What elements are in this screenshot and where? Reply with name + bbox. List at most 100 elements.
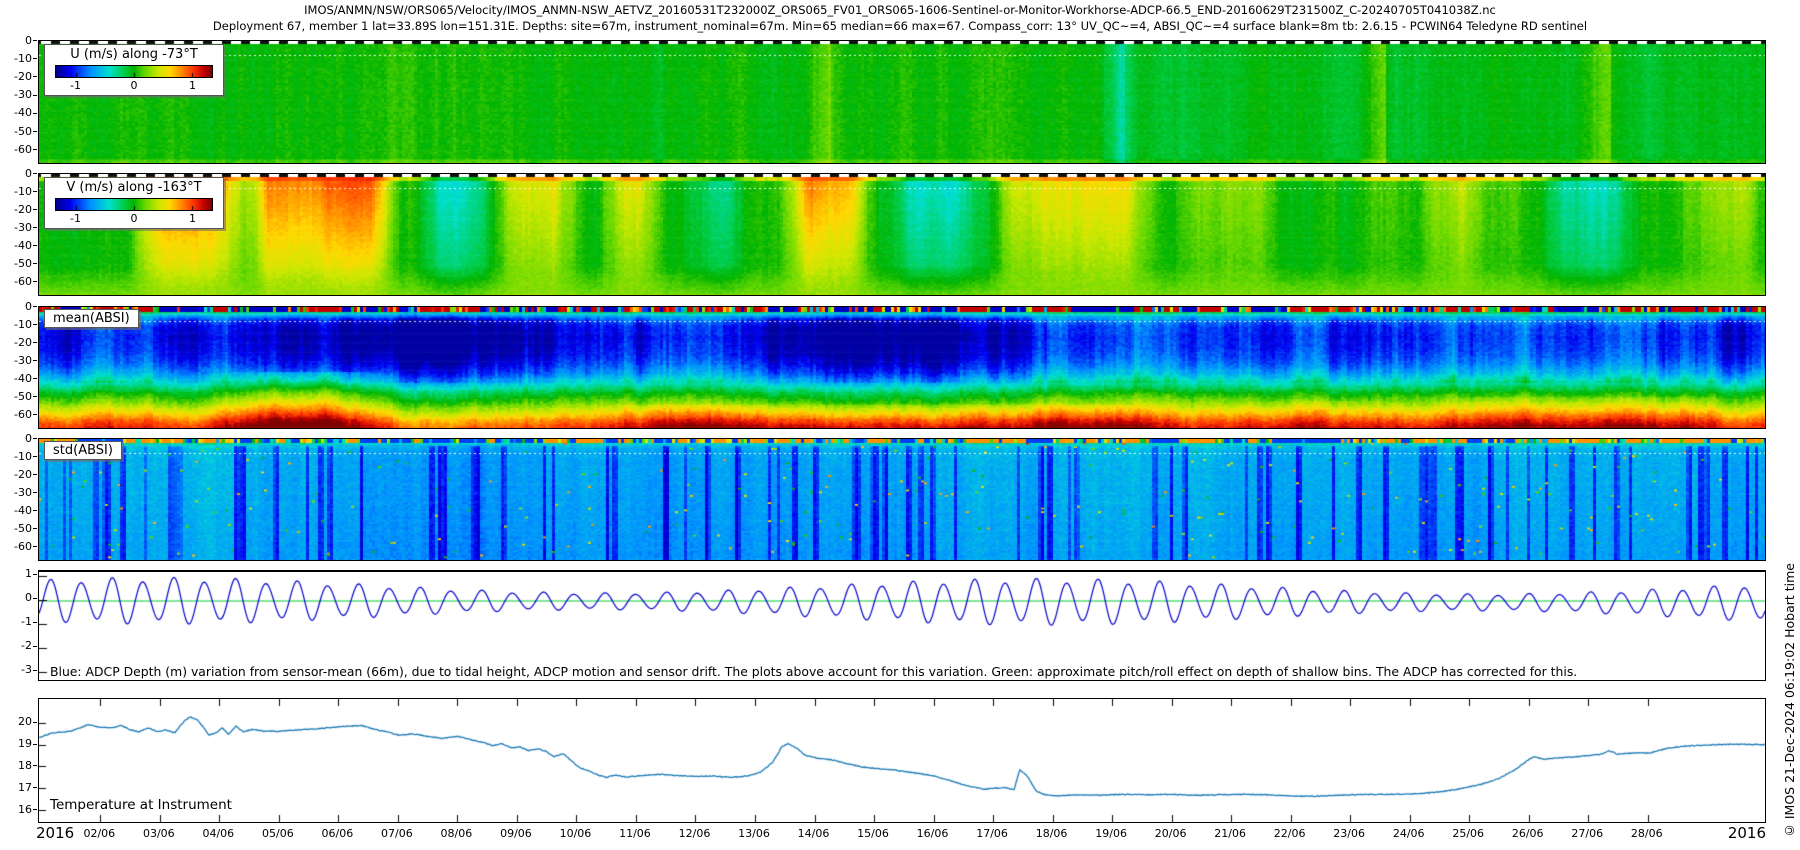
v-velocity-heatmap (39, 174, 1765, 295)
y-tick-label: -30 (2, 486, 32, 499)
y-tick-label: 0 (2, 432, 32, 445)
y-tick-label: -50 (2, 125, 32, 138)
x-date-label: 19/06 (1095, 827, 1127, 840)
y-tick-label: -10 (2, 185, 32, 198)
y-tick-mark (33, 131, 37, 132)
y-tick-mark (33, 40, 37, 41)
year-label-left: 2016 (36, 824, 74, 842)
y-tick-mark (33, 209, 37, 210)
y-tick-mark (33, 173, 37, 174)
y-tick-label: 0 (2, 167, 32, 180)
x-date-label: 23/06 (1333, 827, 1365, 840)
y-tick-mark (33, 456, 37, 457)
x-date-label: 09/06 (500, 827, 532, 840)
y-tick-label: 17 (2, 781, 32, 794)
y-tick-label: -20 (2, 468, 32, 481)
colorbar-tick-label: 1 (189, 79, 196, 92)
y-tick-mark (33, 76, 37, 77)
year-label-right: 2016 (1728, 824, 1766, 842)
y-tick-label: 18 (2, 759, 32, 772)
u-colorbar-ticks: -1 0 1 (55, 78, 213, 92)
std-absi-label: std(ABSI) (44, 441, 122, 460)
y-tick-mark (33, 670, 37, 671)
u-velocity-legend: U (m/s) along -73°T -1 0 1 (44, 44, 224, 96)
std-absi-heatmap (39, 439, 1765, 560)
x-date-label: 12/06 (679, 827, 711, 840)
v-colorbar (55, 198, 213, 211)
y-tick-label: -40 (2, 372, 32, 385)
y-tick-mark (33, 414, 37, 415)
mean-absi-label: mean(ABSI) (44, 309, 139, 328)
y-tick-label: -60 (2, 143, 32, 156)
y-tick-label: 19 (2, 737, 32, 750)
u-colorbar (55, 65, 213, 78)
y-tick-mark (33, 227, 37, 228)
y-tick-mark (33, 191, 37, 192)
x-date-label: 24/06 (1393, 827, 1425, 840)
panel-mean-absi (38, 306, 1766, 429)
depth-variation-note: Blue: ADCP Depth (m) variation from sens… (50, 664, 1577, 679)
mean-absi-heatmap (39, 307, 1765, 428)
y-tick-label: -10 (2, 450, 32, 463)
x-date-label: 03/06 (143, 827, 175, 840)
colorbar-tick-label: -1 (70, 79, 81, 92)
adcp-figure: IMOS/ANMN/NSW/ORS065/Velocity/IMOS_ANMN-… (0, 0, 1800, 850)
x-date-label: 05/06 (262, 827, 294, 840)
y-tick-mark (33, 149, 37, 150)
y-tick-mark (33, 765, 37, 766)
panel-std-absi (38, 438, 1766, 561)
y-tick-label: -20 (2, 203, 32, 216)
v-velocity-legend: V (m/s) along -163°T -1 0 1 (44, 177, 224, 229)
y-tick-mark (33, 263, 37, 264)
v-legend-title: V (m/s) along -163°T (55, 180, 213, 195)
y-tick-label: 16 (2, 803, 32, 816)
y-tick-label: -40 (2, 106, 32, 119)
y-tick-mark (33, 396, 37, 397)
y-tick-label: -30 (2, 354, 32, 367)
x-date-label: 13/06 (738, 827, 770, 840)
y-tick-mark (33, 722, 37, 723)
x-date-label: 20/06 (1155, 827, 1187, 840)
y-tick-mark (33, 378, 37, 379)
y-tick-mark (33, 510, 37, 511)
x-date-label: 16/06 (917, 827, 949, 840)
imos-watermark: © IMOS 21-Dec-2024 06:19:02 Hobart time (1782, 563, 1797, 838)
y-tick-mark (33, 58, 37, 59)
y-tick-mark (33, 646, 37, 647)
y-tick-mark (33, 787, 37, 788)
y-tick-mark (33, 809, 37, 810)
x-date-label: 27/06 (1571, 827, 1603, 840)
y-tick-label: -1 (2, 615, 32, 628)
y-tick-mark (33, 281, 37, 282)
y-tick-label: -50 (2, 522, 32, 535)
y-tick-label: -30 (2, 88, 32, 101)
y-tick-mark (33, 474, 37, 475)
y-tick-mark (33, 360, 37, 361)
title-line-1: IMOS/ANMN/NSW/ORS065/Velocity/IMOS_ANMN-… (0, 3, 1800, 17)
colorbar-tick-label: 0 (131, 212, 138, 225)
y-tick-label: -30 (2, 221, 32, 234)
y-tick-mark (33, 744, 37, 745)
y-tick-mark (33, 492, 37, 493)
y-tick-mark (33, 622, 37, 623)
y-tick-mark (33, 95, 37, 96)
x-date-label: 14/06 (798, 827, 830, 840)
y-tick-label: -50 (2, 390, 32, 403)
x-date-label: 15/06 (857, 827, 889, 840)
u-legend-title: U (m/s) along -73°T (55, 47, 213, 62)
y-tick-label: -40 (2, 239, 32, 252)
x-date-label: 11/06 (619, 827, 651, 840)
y-tick-label: 20 (2, 715, 32, 728)
temperature-plot (39, 699, 1765, 822)
x-date-label: 18/06 (1036, 827, 1068, 840)
x-date-label: 10/06 (560, 827, 592, 840)
y-tick-label: -60 (2, 275, 32, 288)
panel-v-velocity (38, 173, 1766, 296)
v-colorbar-ticks: -1 0 1 (55, 211, 213, 225)
y-tick-label: -40 (2, 504, 32, 517)
y-tick-mark (33, 113, 37, 114)
y-tick-label: -10 (2, 318, 32, 331)
y-tick-mark (33, 324, 37, 325)
x-date-label: 06/06 (322, 827, 354, 840)
x-date-label: 22/06 (1274, 827, 1306, 840)
